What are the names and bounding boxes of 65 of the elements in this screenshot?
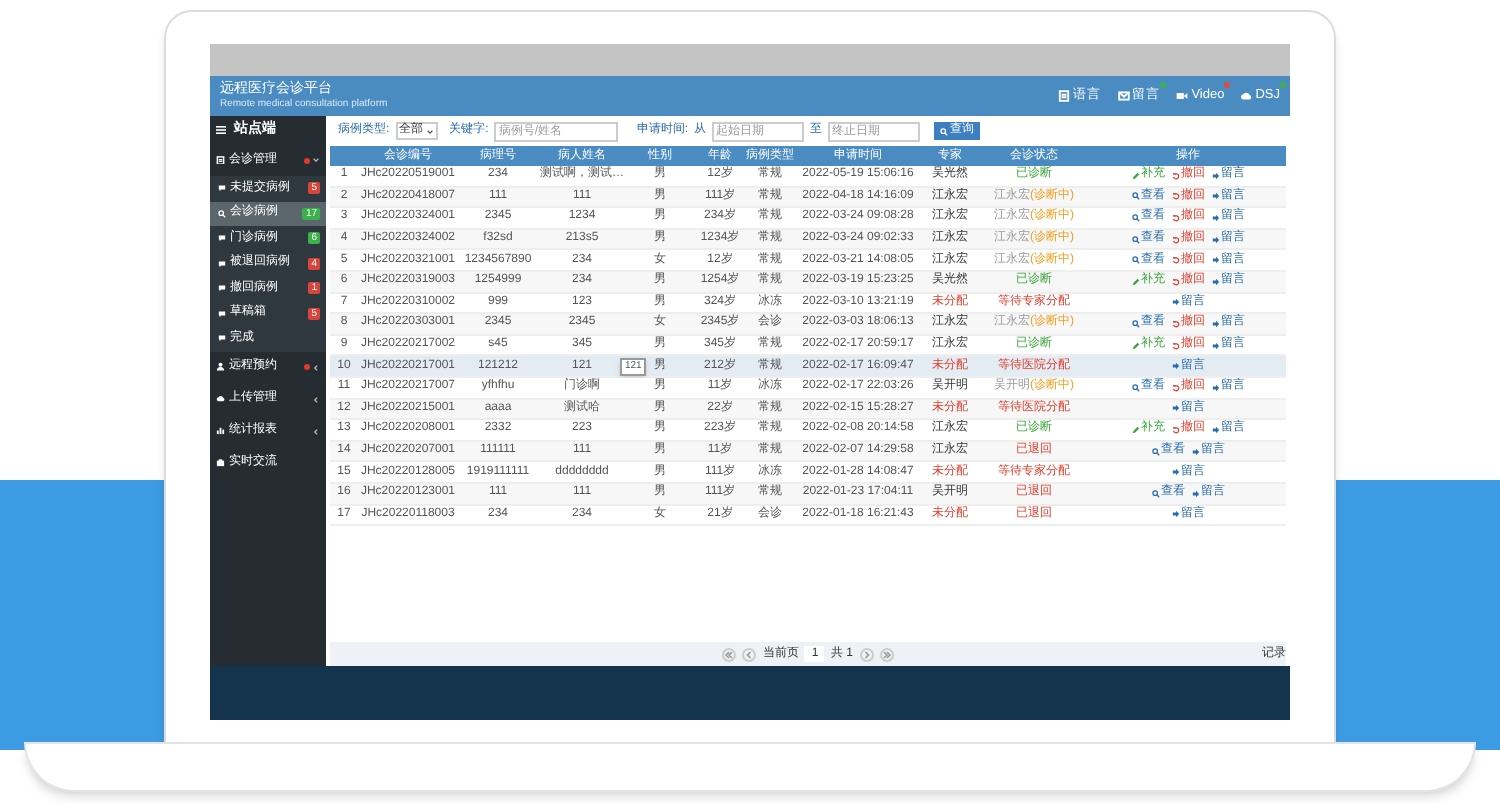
arrow-icon — [1171, 468, 1179, 477]
pencil-icon — [1131, 425, 1139, 434]
double-chevron-icon — [724, 649, 735, 659]
caret-icon — [425, 127, 434, 135]
page-nav-button[interactable] — [879, 647, 893, 661]
arrow-icon — [1211, 277, 1219, 286]
magnifier-icon — [1151, 447, 1159, 456]
pencil-icon — [1131, 277, 1139, 286]
video-camera-icon — [1176, 90, 1189, 102]
arrow-icon — [1191, 489, 1199, 498]
arrow-icon — [1211, 213, 1219, 222]
envelope-icon — [1117, 90, 1130, 102]
arrow-icon — [1191, 447, 1199, 456]
arrow-icon — [1211, 319, 1219, 328]
speech-bubble-icon — [218, 334, 226, 343]
undo-icon — [1171, 171, 1179, 180]
arrow-icon — [1211, 235, 1219, 244]
magnifier-icon — [218, 209, 226, 218]
magnifier-icon — [1131, 213, 1139, 222]
pencil-icon — [1131, 341, 1139, 350]
page-nav-button[interactable] — [742, 647, 757, 661]
arrow-icon — [1171, 404, 1179, 413]
undo-icon — [1171, 383, 1179, 392]
speech-bubble-icon — [218, 309, 226, 318]
chevron-icon — [744, 649, 755, 659]
document-icon — [216, 155, 225, 165]
arrow-icon — [1211, 341, 1219, 350]
magnifier-icon — [1131, 235, 1139, 244]
chevron-icon — [861, 649, 871, 659]
undo-icon — [1171, 235, 1179, 244]
arrow-icon — [1211, 425, 1219, 434]
search-icon — [940, 127, 949, 135]
undo-icon — [1171, 319, 1179, 328]
double-chevron-icon — [881, 649, 891, 659]
arrow-icon — [1211, 256, 1219, 265]
speech-bubble-icon — [218, 284, 226, 293]
magnifier-icon — [1131, 319, 1139, 328]
undo-icon — [1171, 213, 1179, 222]
speech-bubble-icon — [218, 184, 226, 193]
arrow-icon — [1211, 171, 1219, 180]
speech-bubble-icon — [218, 234, 226, 243]
magnifier-icon — [1131, 383, 1139, 392]
cloud-icon — [216, 394, 225, 404]
arrow-icon — [1211, 192, 1219, 201]
arrow-icon — [1171, 362, 1179, 371]
cloud-icon — [1240, 90, 1253, 102]
magnifier-icon — [1151, 489, 1159, 498]
undo-icon — [1171, 192, 1179, 201]
undo-icon — [1171, 425, 1179, 434]
undo-icon — [1171, 341, 1179, 350]
magnifier-icon — [1131, 256, 1139, 265]
speech-bubble-icon — [218, 259, 226, 268]
magnifier-icon — [1131, 192, 1139, 201]
arrow-icon — [1171, 298, 1179, 307]
bar-chart-icon — [216, 426, 225, 436]
arrow-icon — [1211, 383, 1219, 392]
arrow-icon — [1171, 510, 1179, 519]
page-nav-button[interactable] — [859, 647, 873, 661]
person-icon — [216, 362, 225, 372]
undo-icon — [1171, 277, 1179, 286]
page-nav-button[interactable] — [722, 647, 737, 661]
document-icon — [1058, 90, 1071, 102]
pencil-icon — [1131, 171, 1139, 180]
undo-icon — [1171, 256, 1179, 265]
menu-icon[interactable] — [216, 126, 226, 134]
